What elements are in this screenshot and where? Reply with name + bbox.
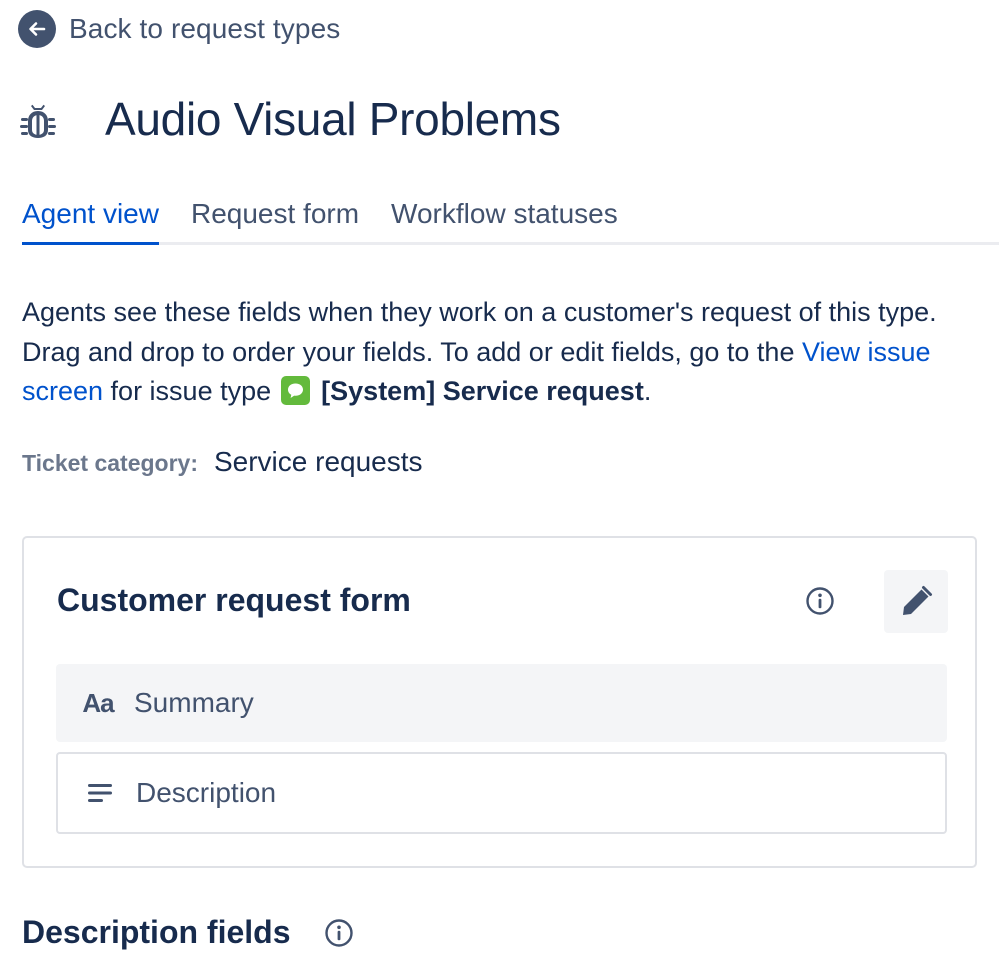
section-title: Description fields bbox=[22, 914, 291, 950]
edit-form-button[interactable] bbox=[884, 570, 948, 633]
tab-request-form[interactable]: Request form bbox=[191, 190, 359, 242]
card-title: Customer request form bbox=[57, 582, 411, 618]
info-icon[interactable] bbox=[805, 586, 835, 616]
paragraph-icon bbox=[80, 782, 120, 804]
ticket-category: Ticket category: Service requests bbox=[22, 446, 423, 478]
ticket-category-label: Ticket category: bbox=[22, 450, 198, 476]
tab-workflow-statuses[interactable]: Workflow statuses bbox=[391, 190, 618, 242]
intro-paragraph: Agents see these fields when they work o… bbox=[22, 293, 982, 412]
field-summary: Aa Summary bbox=[56, 664, 947, 742]
field-label: Summary bbox=[134, 687, 254, 718]
intro-text: Agents see these fields when they work o… bbox=[22, 297, 937, 367]
text-icon: Aa bbox=[78, 688, 118, 719]
pencil-icon bbox=[903, 585, 932, 615]
service-request-icon bbox=[280, 376, 310, 405]
field-description[interactable]: Description bbox=[56, 752, 947, 834]
back-to-request-types-link[interactable]: Back to request types bbox=[18, 10, 340, 48]
page-header: Audio Visual Problems bbox=[18, 92, 561, 146]
page-title: Audio Visual Problems bbox=[105, 93, 561, 145]
intro-text-end: . bbox=[643, 376, 652, 406]
info-icon[interactable] bbox=[324, 918, 354, 948]
intro-text-middle: for issue type bbox=[103, 376, 279, 406]
issue-type-name: [System] Service request bbox=[321, 376, 644, 406]
bug-icon bbox=[18, 97, 58, 141]
description-fields-header: Description fields bbox=[22, 914, 354, 951]
tab-bar: Agent view Request form Workflow statuse… bbox=[22, 190, 999, 245]
back-link-label: Back to request types bbox=[69, 13, 341, 44]
tab-agent-view[interactable]: Agent view bbox=[22, 190, 159, 245]
ticket-category-value: Service requests bbox=[213, 446, 423, 477]
arrow-left-icon bbox=[18, 10, 56, 48]
customer-request-form-card: Customer request form Aa Summary Descrip… bbox=[22, 536, 977, 868]
field-label: Description bbox=[136, 777, 277, 808]
text-icon-glyph: Aa bbox=[82, 687, 114, 718]
